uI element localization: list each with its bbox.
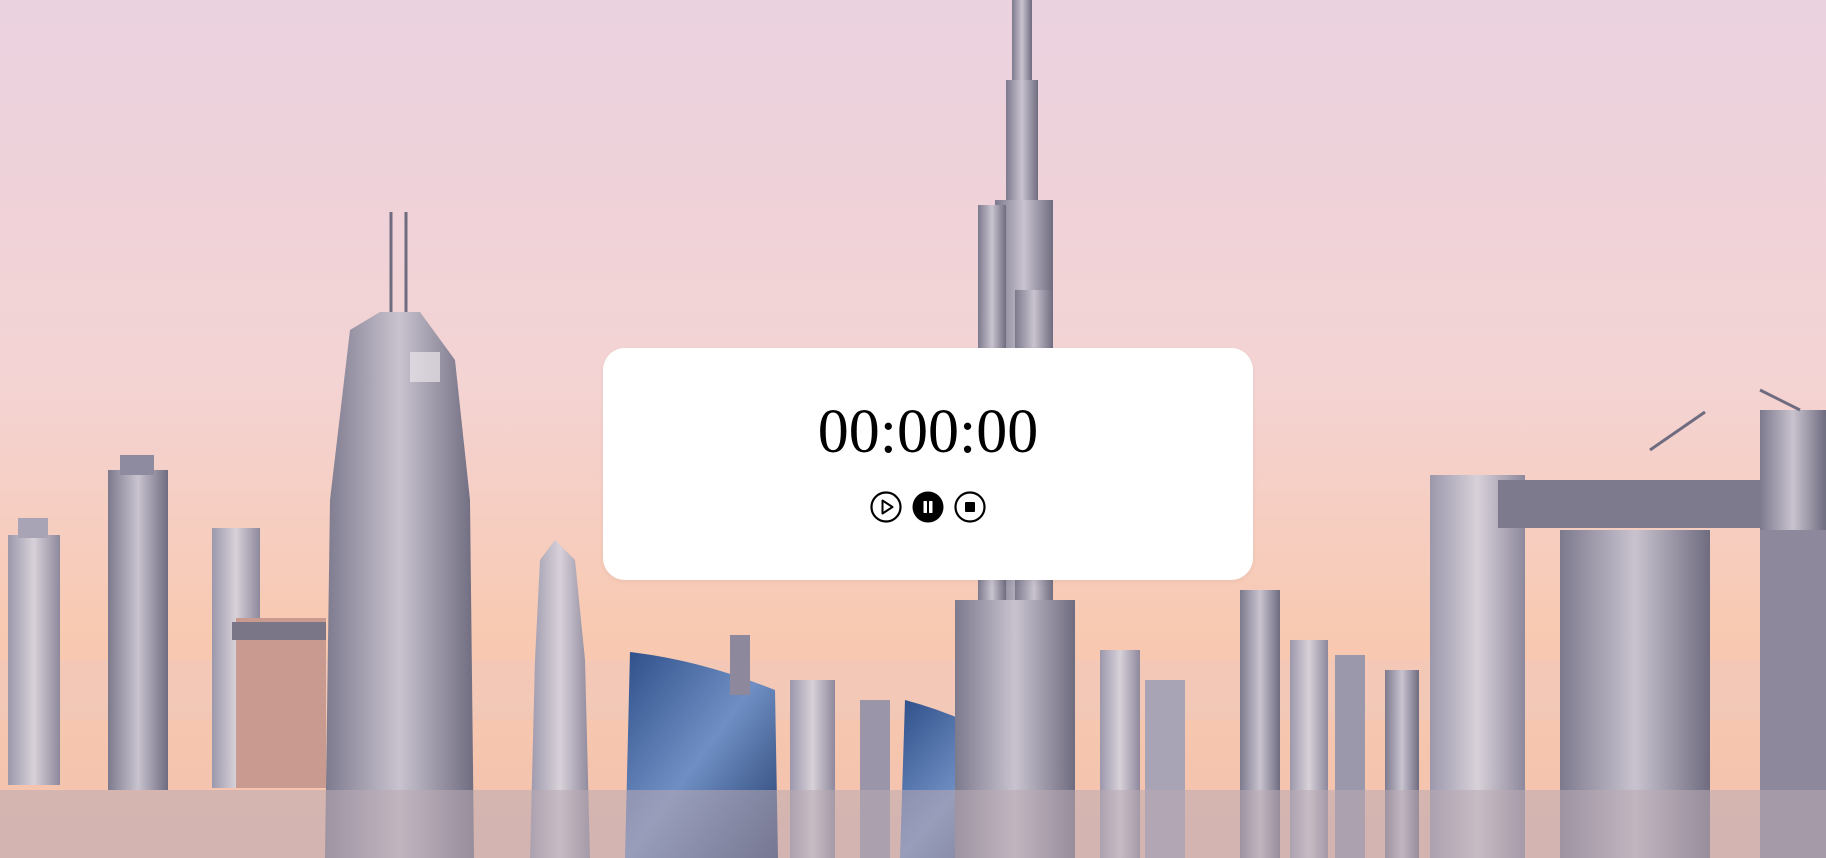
stop-button[interactable] — [954, 491, 986, 523]
stop-circle-icon — [954, 491, 986, 523]
stopwatch-card: 00:00:00 — [603, 348, 1253, 580]
pause-button[interactable] — [912, 491, 944, 523]
play-circle-icon — [870, 491, 902, 523]
timer-controls — [603, 491, 1253, 525]
pause-circle-fill-icon — [912, 491, 944, 523]
play-button[interactable] — [870, 491, 902, 523]
timer-display: 00:00:00 — [817, 398, 1039, 466]
